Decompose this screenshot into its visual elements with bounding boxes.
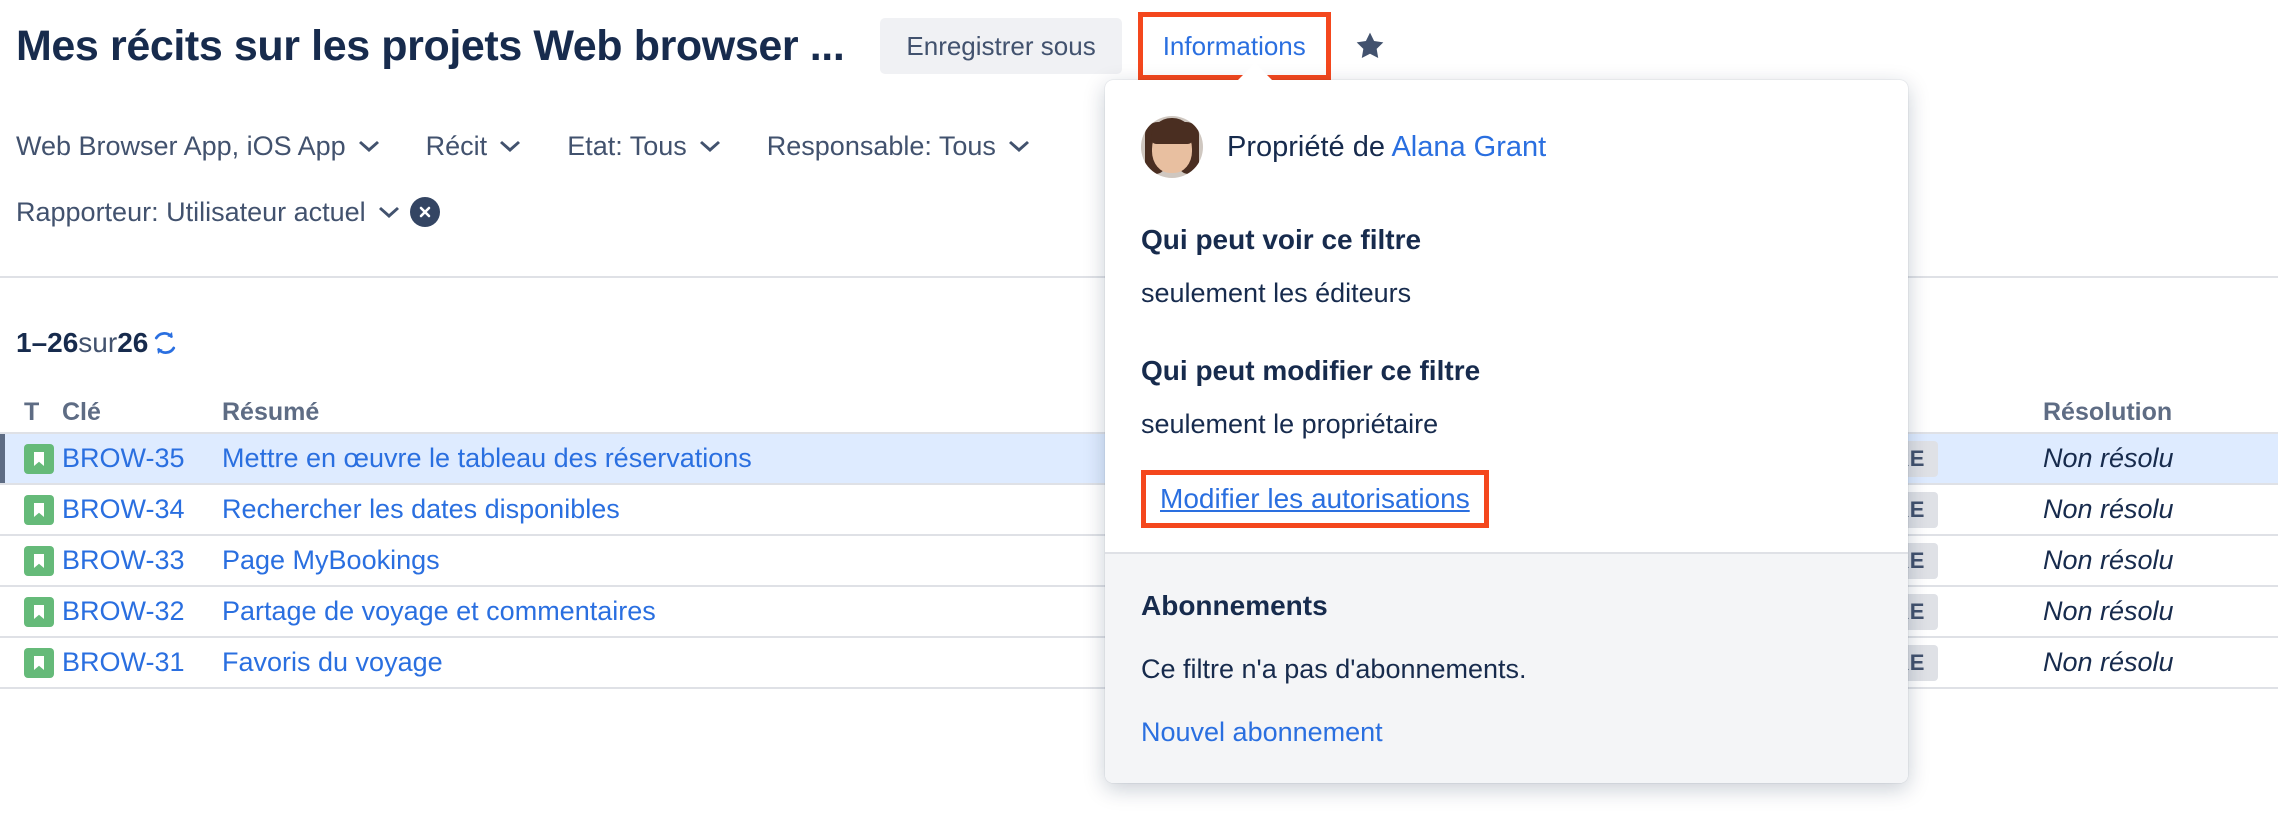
story-icon: [24, 648, 54, 678]
chevron-down-icon: [699, 131, 721, 162]
app-root: Mes récits sur les projets Web browser .…: [0, 0, 2278, 820]
filter-details-popup: Propriété de Alana Grant Qui peut voir c…: [1105, 80, 1908, 783]
save-as-button[interactable]: Enregistrer sous: [880, 18, 1121, 74]
filter-reporter[interactable]: Rapporteur: Utilisateur actuel: [16, 197, 400, 228]
issue-key[interactable]: BROW-32: [62, 596, 222, 627]
issue-key[interactable]: BROW-31: [62, 647, 222, 678]
results-total: 26: [117, 327, 148, 359]
results-count: 1–26 sur 26: [16, 327, 180, 359]
edit-permissions-highlight: Modifier les autorisations: [1141, 470, 1489, 528]
issue-resolution: Non résolu: [2043, 494, 2278, 525]
popup-arrow-icon: [1237, 63, 1273, 81]
popup-owner-text: Propriété de Alana Grant: [1227, 131, 1546, 164]
filter-type[interactable]: Récit: [426, 131, 522, 162]
popup-subscriptions-section: Abonnements Ce filtre n'a pas d'abonneme…: [1105, 552, 1908, 783]
issue-type-cell: [0, 648, 62, 678]
filter-status-label: Etat: Tous: [567, 131, 687, 162]
subscriptions-heading: Abonnements: [1141, 590, 1872, 622]
page-header: Mes récits sur les projets Web browser .…: [0, 0, 2278, 92]
chevron-down-icon: [378, 197, 400, 228]
story-icon: [24, 495, 54, 525]
col-header-resolution[interactable]: Résolution: [2043, 398, 2278, 427]
star-icon[interactable]: [1353, 29, 1387, 63]
col-header-type[interactable]: T: [0, 398, 62, 427]
new-subscription-link[interactable]: Nouvel abonnement: [1141, 717, 1872, 748]
filter-assignee-label: Responsable: Tous: [767, 131, 996, 162]
popup-edit-heading: Qui peut modifier ce filtre: [1141, 355, 1872, 387]
subscriptions-empty-text: Ce filtre n'a pas d'abonnements.: [1141, 654, 1872, 685]
popup-body: Propriété de Alana Grant Qui peut voir c…: [1105, 80, 1908, 528]
details-button-highlight: Informations: [1138, 12, 1331, 80]
popup-owner-name-link[interactable]: Alana Grant: [1391, 131, 1546, 163]
story-icon: [24, 444, 54, 474]
issue-key[interactable]: BROW-33: [62, 545, 222, 576]
popup-permissions-row: Modifier les autorisations: [1119, 470, 1872, 528]
popup-owner-prefix: Propriété de: [1227, 131, 1391, 163]
filter-type-label: Récit: [426, 131, 488, 162]
edit-permissions-link[interactable]: Modifier les autorisations: [1160, 483, 1470, 514]
popup-owner-row: Propriété de Alana Grant: [1141, 116, 1872, 178]
issue-key[interactable]: BROW-34: [62, 494, 222, 525]
chevron-down-icon: [358, 131, 380, 162]
issue-resolution: Non résolu: [2043, 596, 2278, 627]
filter-project[interactable]: Web Browser App, iOS App: [16, 131, 380, 162]
story-icon: [24, 597, 54, 627]
story-icon: [24, 546, 54, 576]
issue-resolution: Non résolu: [2043, 443, 2278, 474]
issue-type-cell: [0, 597, 62, 627]
avatar: [1141, 116, 1203, 178]
popup-view-value: seulement les éditeurs: [1141, 278, 1872, 309]
issue-type-cell: [0, 495, 62, 525]
filter-project-label: Web Browser App, iOS App: [16, 131, 346, 162]
filter-status[interactable]: Etat: Tous: [567, 131, 721, 162]
filter-reporter-label: Rapporteur: Utilisateur actuel: [16, 197, 366, 228]
issue-type-cell: [0, 444, 62, 474]
chevron-down-icon: [1008, 131, 1030, 162]
issue-resolution: Non résolu: [2043, 647, 2278, 678]
details-button[interactable]: Informations: [1149, 23, 1320, 69]
issue-type-cell: [0, 546, 62, 576]
refresh-icon[interactable]: [150, 328, 180, 358]
issue-resolution: Non résolu: [2043, 545, 2278, 576]
popup-view-heading: Qui peut voir ce filtre: [1141, 224, 1872, 256]
popup-edit-value: seulement le propriétaire: [1141, 409, 1872, 440]
filter-assignee[interactable]: Responsable: Tous: [767, 131, 1030, 162]
page-title: Mes récits sur les projets Web browser .…: [16, 22, 844, 71]
col-header-key[interactable]: Clé: [62, 398, 222, 427]
chevron-down-icon: [499, 131, 521, 162]
results-range: 1–26: [16, 327, 78, 359]
results-of-word: sur: [78, 327, 117, 359]
clear-filters-icon[interactable]: [410, 197, 440, 227]
issue-key[interactable]: BROW-35: [62, 443, 222, 474]
